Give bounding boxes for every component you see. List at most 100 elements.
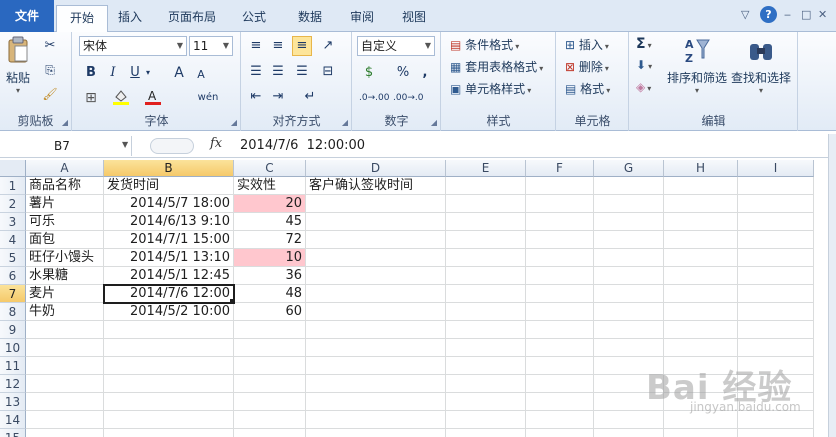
number-launcher-icon[interactable]: ◢: [431, 118, 437, 127]
cell-c4[interactable]: 72: [234, 231, 306, 249]
empty-cell[interactable]: [306, 411, 446, 429]
empty-cell[interactable]: [306, 393, 446, 411]
empty-cell[interactable]: [234, 339, 306, 357]
empty-cell[interactable]: [526, 267, 594, 285]
row-header[interactable]: 6: [0, 267, 26, 285]
empty-cell[interactable]: [594, 429, 664, 437]
empty-cell[interactable]: [26, 339, 104, 357]
cell-a2[interactable]: 薯片: [26, 195, 104, 213]
increase-indent-icon[interactable]: ⇥: [268, 87, 288, 107]
tab-insert[interactable]: 插入: [110, 5, 150, 32]
empty-cell[interactable]: [306, 267, 446, 285]
format-cells-button[interactable]: ▤ 格式 ▾: [565, 80, 610, 97]
alignment-launcher-icon[interactable]: ◢: [342, 118, 348, 127]
align-middle-icon[interactable]: ≡: [268, 36, 288, 56]
tab-data[interactable]: 数据: [290, 5, 330, 32]
delete-cells-button[interactable]: ⊠ 删除 ▾: [565, 58, 609, 75]
empty-cell[interactable]: [446, 267, 526, 285]
currency-icon[interactable]: $: [359, 63, 379, 83]
empty-cell[interactable]: [26, 411, 104, 429]
formula-bar-resize-handle[interactable]: [150, 138, 194, 154]
align-left-icon[interactable]: ☰: [246, 62, 266, 82]
column-header-f[interactable]: F: [526, 160, 594, 177]
insert-function-icon[interactable]: fx: [210, 136, 222, 151]
cell-b4[interactable]: 2014/7/1 15:00: [104, 231, 234, 249]
percent-button[interactable]: %: [393, 63, 413, 83]
cell-a1[interactable]: 商品名称: [26, 177, 104, 195]
empty-cell[interactable]: [306, 321, 446, 339]
empty-cell[interactable]: [306, 285, 446, 303]
empty-cell[interactable]: [594, 339, 664, 357]
empty-cell[interactable]: [234, 429, 306, 437]
empty-cell[interactable]: [594, 267, 664, 285]
fill-color-button[interactable]: [111, 88, 131, 108]
empty-cell[interactable]: [306, 303, 446, 321]
font-color-button[interactable]: A: [143, 88, 163, 108]
empty-cell[interactable]: [526, 411, 594, 429]
empty-cell[interactable]: [104, 357, 234, 375]
empty-cell[interactable]: [234, 357, 306, 375]
tab-home[interactable]: 开始: [56, 5, 108, 33]
underline-button[interactable]: U: [125, 63, 145, 83]
empty-cell[interactable]: [104, 429, 234, 437]
cell-a5[interactable]: 旺仔小馒头: [26, 249, 104, 267]
cell-a6[interactable]: 水果糖: [26, 267, 104, 285]
autosum-button[interactable]: Σ ▾: [636, 36, 652, 52]
help-icon[interactable]: ?: [760, 6, 777, 23]
empty-cell[interactable]: [104, 321, 234, 339]
empty-cell[interactable]: [446, 303, 526, 321]
cell-a3[interactable]: 可乐: [26, 213, 104, 231]
empty-cell[interactable]: [26, 321, 104, 339]
empty-cell[interactable]: [446, 339, 526, 357]
empty-cell[interactable]: [594, 411, 664, 429]
row-header[interactable]: 1: [0, 177, 26, 195]
row-header[interactable]: 10: [0, 339, 26, 357]
bold-button[interactable]: B: [81, 63, 101, 83]
empty-cell[interactable]: [26, 429, 104, 437]
empty-cell[interactable]: [306, 357, 446, 375]
cell-c5[interactable]: 10: [234, 249, 306, 267]
cell-b2[interactable]: 2014/5/7 18:00: [104, 195, 234, 213]
merge-center-icon[interactable]: ⊟: [318, 62, 338, 82]
empty-cell[interactable]: [738, 195, 814, 213]
cell-c2[interactable]: 20: [234, 195, 306, 213]
column-header-i[interactable]: I: [738, 160, 814, 177]
cell-a7[interactable]: 麦片: [26, 285, 104, 303]
empty-cell[interactable]: [234, 321, 306, 339]
empty-cell[interactable]: [26, 375, 104, 393]
empty-cell[interactable]: [738, 429, 814, 437]
row-header[interactable]: 9: [0, 321, 26, 339]
increase-decimal-icon[interactable]: .0→.00: [359, 88, 389, 108]
cell-a8[interactable]: 牛奶: [26, 303, 104, 321]
row-header[interactable]: 2: [0, 195, 26, 213]
empty-cell[interactable]: [526, 195, 594, 213]
empty-cell[interactable]: [104, 411, 234, 429]
empty-cell[interactable]: [104, 339, 234, 357]
clipboard-launcher-icon[interactable]: ◢: [62, 118, 68, 127]
row-header[interactable]: 12: [0, 375, 26, 393]
font-launcher-icon[interactable]: ◢: [231, 118, 237, 127]
tab-formulas[interactable]: 公式: [234, 5, 274, 32]
empty-cell[interactable]: [446, 375, 526, 393]
row-header[interactable]: 7: [0, 285, 26, 303]
align-bottom-icon[interactable]: ≡: [292, 36, 312, 56]
empty-cell[interactable]: [26, 393, 104, 411]
row-header[interactable]: 11: [0, 357, 26, 375]
cell-c6[interactable]: 36: [234, 267, 306, 285]
column-header-d[interactable]: D: [306, 160, 446, 177]
column-header-h[interactable]: H: [664, 160, 738, 177]
formula-input[interactable]: 2014/7/6 12:00:00: [240, 136, 365, 156]
underline-dropdown-icon[interactable]: ▾: [143, 63, 153, 83]
column-header-a[interactable]: A: [26, 160, 104, 177]
paste-dropdown-icon[interactable]: ▾: [6, 86, 30, 95]
empty-cell[interactable]: [664, 177, 738, 195]
tab-view[interactable]: 视图: [394, 5, 434, 32]
cell-b6[interactable]: 2014/5/1 12:45: [104, 267, 234, 285]
empty-cell[interactable]: [446, 231, 526, 249]
empty-cell[interactable]: [738, 303, 814, 321]
cell-b7-active[interactable]: 2014/7/6 12:00: [103, 284, 235, 304]
paste-button[interactable]: 粘贴 ▾: [6, 36, 30, 96]
empty-cell[interactable]: [306, 339, 446, 357]
insert-cells-button[interactable]: ⊞ 插入 ▾: [565, 36, 609, 53]
conditional-format-button[interactable]: ▤ 条件格式 ▾: [450, 36, 519, 53]
